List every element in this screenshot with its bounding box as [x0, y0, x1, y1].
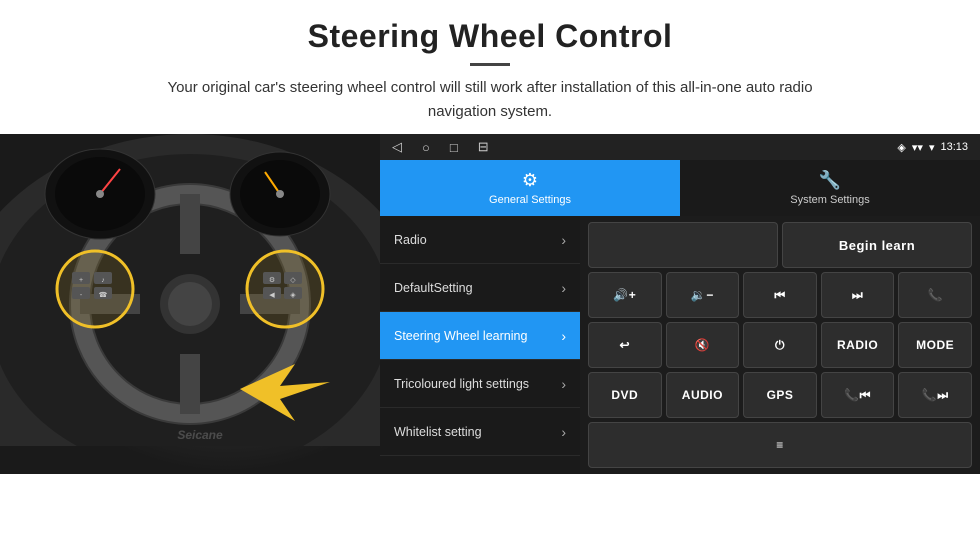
car-background: + - ♪ ☎ ⚙ ◀ ◇ ◈: [0, 134, 380, 474]
prev-icon: ⏮: [774, 288, 785, 303]
vol-down-icon: 🔉−: [691, 288, 714, 302]
gps-button[interactable]: GPS: [743, 372, 817, 418]
call-prev-button[interactable]: 📞⏮: [821, 372, 895, 418]
page-header: Steering Wheel Control Your original car…: [0, 0, 980, 134]
header-divider: [470, 63, 510, 66]
menu-whitelist-label: Whitelist setting: [394, 425, 482, 439]
signal-icon: ▾▾: [912, 141, 923, 154]
controls-row-2: ↩ 🔇 ⏻ RADIO MODE: [588, 322, 972, 368]
controls-row-4: ≡: [588, 422, 972, 468]
controls-row-1: 🔊+ 🔉− ⏮ ⏭ 📞: [588, 272, 972, 318]
chevron-icon: ›: [561, 280, 566, 296]
status-time: 13:13: [940, 141, 968, 153]
main-area: Radio › DefaultSetting › Steering Wheel …: [380, 216, 980, 474]
audio-button[interactable]: AUDIO: [666, 372, 740, 418]
svg-text:♪: ♪: [101, 277, 105, 284]
begin-learn-button[interactable]: Begin learn: [782, 222, 972, 268]
call-button[interactable]: 📞: [898, 272, 972, 318]
chevron-icon: ›: [561, 232, 566, 248]
controls-panel: Begin learn 🔊+ 🔉− ⏮ ⏭: [580, 216, 980, 474]
radio-label: RADIO: [837, 338, 878, 352]
next-icon: ⏭: [852, 288, 863, 303]
radio-button[interactable]: RADIO: [821, 322, 895, 368]
nav-home-icon[interactable]: ○: [422, 140, 430, 155]
tab-bar: ⚙ General Settings 🔧 System Settings: [380, 160, 980, 216]
menu-icon: ≡: [776, 438, 784, 452]
call-prev-icon: 📞⏮: [844, 388, 871, 403]
nav-recent-icon[interactable]: □: [450, 140, 458, 155]
content-area: + - ♪ ☎ ⚙ ◀ ◇ ◈: [0, 134, 980, 474]
menu-item-whitelist[interactable]: Whitelist setting ›: [380, 408, 580, 456]
menu-item-tricoloured[interactable]: Tricoloured light settings ›: [380, 360, 580, 408]
call-next-button[interactable]: 📞⏭: [898, 372, 972, 418]
menu-item-steering[interactable]: Steering Wheel learning ›: [380, 312, 580, 360]
menu-icon-button[interactable]: ≡: [588, 422, 972, 468]
mode-button[interactable]: MODE: [898, 322, 972, 368]
svg-text:☎: ☎: [99, 291, 108, 299]
vol-down-button[interactable]: 🔉−: [666, 272, 740, 318]
gps-label: GPS: [767, 388, 794, 402]
controls-row-3: DVD AUDIO GPS 📞⏮ 📞⏭: [588, 372, 972, 418]
tab-system-settings[interactable]: 🔧 System Settings: [680, 160, 980, 216]
nav-back-icon[interactable]: ◁: [392, 139, 402, 155]
svg-text:◇: ◇: [290, 277, 296, 284]
menu-item-default[interactable]: DefaultSetting ›: [380, 264, 580, 312]
vol-up-button[interactable]: 🔊+: [588, 272, 662, 318]
controls-row-0: Begin learn: [588, 222, 972, 268]
menu-radio-label: Radio: [394, 233, 427, 247]
power-button[interactable]: ⏻: [743, 322, 817, 368]
power-icon: ⏻: [775, 338, 785, 353]
svg-text:⚙: ⚙: [269, 276, 275, 284]
empty-slot: [588, 222, 778, 268]
menu-list: Radio › DefaultSetting › Steering Wheel …: [380, 216, 580, 474]
location-icon: ◈: [897, 141, 905, 154]
audio-label: AUDIO: [682, 388, 723, 402]
wifi-icon: ▾: [929, 141, 935, 154]
call-next-icon: 📞⏭: [922, 388, 949, 403]
page-subtitle: Your original car's steering wheel contr…: [140, 76, 840, 124]
prev-track-button[interactable]: ⏮: [743, 272, 817, 318]
back-button[interactable]: ↩: [588, 322, 662, 368]
mode-label: MODE: [916, 338, 954, 352]
android-nav-buttons: ◁ ○ □ ⊟: [392, 139, 489, 155]
menu-default-label: DefaultSetting: [394, 281, 473, 295]
call-icon: 📞: [927, 288, 942, 302]
system-settings-icon: 🔧: [819, 170, 841, 191]
chevron-icon: ›: [561, 376, 566, 392]
car-image-section: + - ♪ ☎ ⚙ ◀ ◇ ◈: [0, 134, 380, 474]
menu-steering-label: Steering Wheel learning: [394, 329, 527, 343]
android-panel: ◁ ○ □ ⊟ ◈ ▾▾ ▾ 13:13 ⚙ General Settings …: [380, 134, 980, 474]
svg-text:+: +: [79, 277, 83, 284]
dvd-label: DVD: [611, 388, 638, 402]
general-settings-icon: ⚙: [522, 170, 538, 191]
mute-button[interactable]: 🔇: [666, 322, 740, 368]
next-track-button[interactable]: ⏭: [821, 272, 895, 318]
tab-general-label: General Settings: [489, 194, 571, 206]
tab-system-label: System Settings: [790, 194, 869, 206]
steering-wheel-svg: + - ♪ ☎ ⚙ ◀ ◇ ◈: [0, 134, 380, 446]
mute-icon: 🔇: [695, 338, 710, 352]
vol-up-icon: 🔊+: [613, 288, 636, 302]
dvd-button[interactable]: DVD: [588, 372, 662, 418]
menu-tricoloured-label: Tricoloured light settings: [394, 377, 529, 391]
tab-general-settings[interactable]: ⚙ General Settings: [380, 160, 680, 216]
android-status-bar: ◈ ▾▾ ▾ 13:13: [897, 141, 968, 154]
android-nav-bar: ◁ ○ □ ⊟ ◈ ▾▾ ▾ 13:13: [380, 134, 980, 160]
svg-text:◈: ◈: [290, 292, 296, 299]
nav-menu-icon[interactable]: ⊟: [478, 139, 489, 155]
svg-text:◀: ◀: [269, 292, 275, 299]
svg-text:Seicane: Seicane: [177, 428, 223, 442]
page-title: Steering Wheel Control: [40, 18, 940, 55]
chevron-icon: ›: [561, 328, 566, 344]
chevron-icon: ›: [561, 424, 566, 440]
back-icon: ↩: [620, 338, 631, 352]
menu-item-radio[interactable]: Radio ›: [380, 216, 580, 264]
